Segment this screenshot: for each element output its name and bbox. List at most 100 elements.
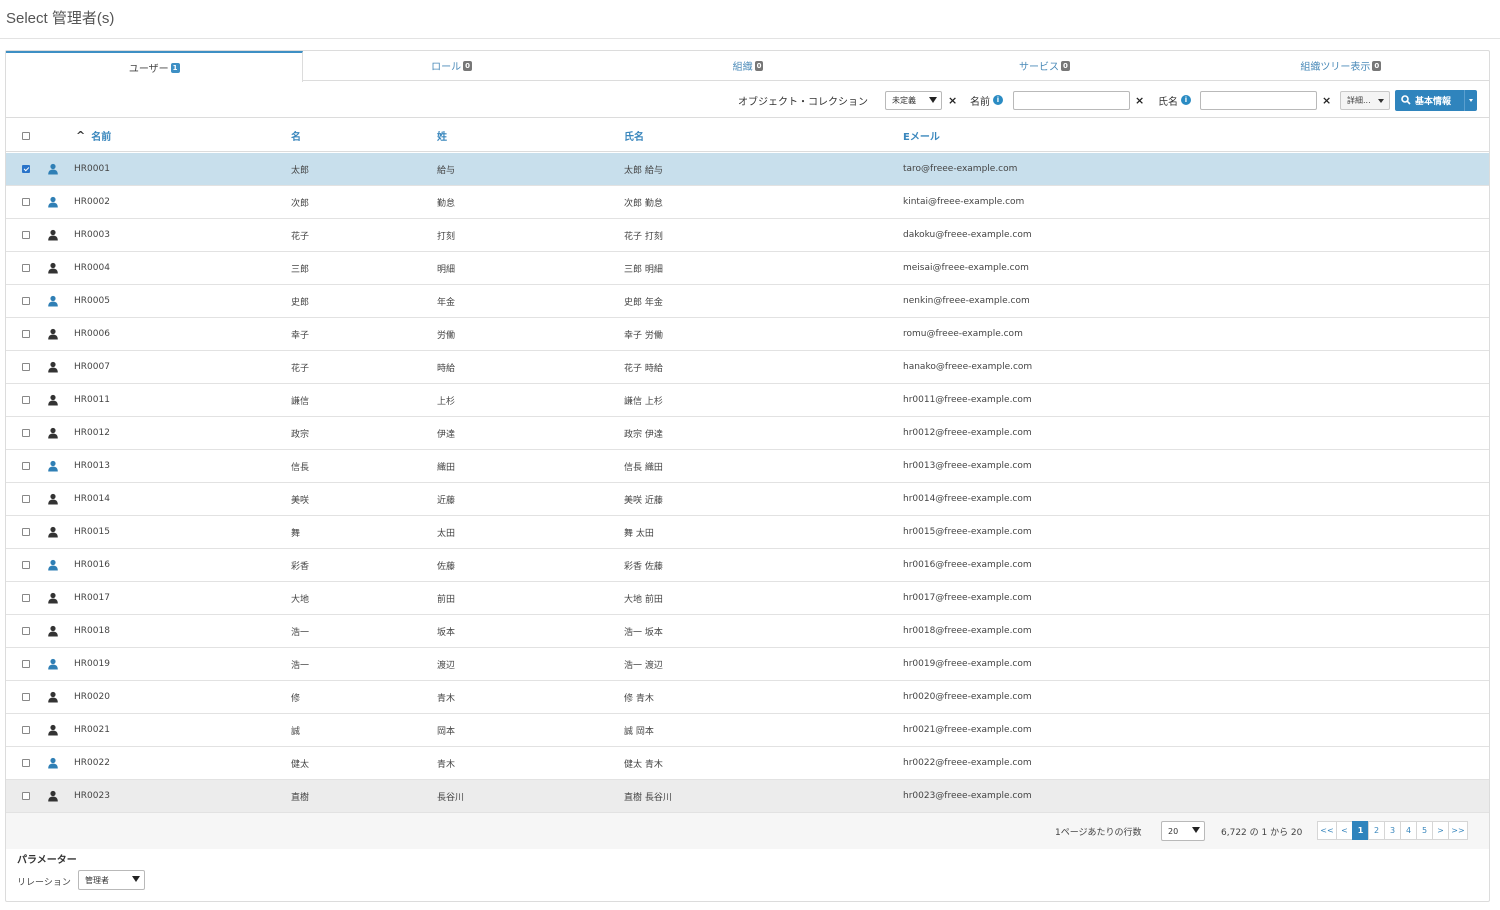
clear-name-icon[interactable]: × [1135,94,1144,107]
table-row[interactable]: HR0016 彩香 佐藤 彩香 佐藤 hr0016@freee-example.com [6,549,1489,582]
first-name-cell: 修 [291,693,301,704]
first-name-cell: 彩香 [291,561,310,572]
full-name-cell: 幸子 労働 [624,330,663,341]
row-checkbox[interactable] [22,759,30,767]
table-row[interactable]: HR0001 太郎 給与 太郎 給与 taro@freee-example.com [6,153,1489,186]
info-icon[interactable]: i [1181,95,1191,105]
table-row[interactable]: HR0017 大地 前田 大地 前田 hr0017@freee-example.com [6,582,1489,615]
table-row[interactable]: HR0021 誠 岡本 誠 岡本 hr0021@freee-example.com [6,714,1489,747]
page-button[interactable]: << [1317,821,1337,840]
table-row[interactable]: HR0019 浩一 渡辺 浩一 渡辺 hr0019@freee-example.com [6,648,1489,681]
page-button[interactable]: 1 [1352,821,1369,840]
user-icon [48,394,58,406]
email-cell: dakoku@freee-example.com [903,230,1032,240]
tab-label: ユーザー [128,64,169,75]
row-checkbox[interactable] [22,561,30,569]
fullname-filter-input[interactable] [1200,90,1317,110]
row-checkbox[interactable] [22,429,30,437]
clear-object-collection-icon[interactable]: × [948,94,957,107]
row-checkbox[interactable] [22,330,30,338]
row-checkbox[interactable] [22,462,30,470]
page-button[interactable]: >> [1448,821,1468,840]
column-header-last-name[interactable]: 姓 [437,119,447,152]
tab-org-tree[interactable]: 組織ツリー表示 0 [1193,51,1489,80]
last-name-cell: 渡辺 [437,660,456,671]
last-name-cell: 前田 [437,594,456,605]
table-row[interactable]: HR0020 修 青木 修 青木 hr0020@freee-example.com [6,681,1489,714]
page-button[interactable]: > [1432,821,1449,840]
row-checkbox[interactable] [22,165,30,173]
row-checkbox[interactable] [22,528,30,536]
name-filter-input[interactable] [1013,90,1130,110]
row-checkbox[interactable] [22,396,30,404]
user-id-cell: HR0020 [74,692,110,702]
table-header: ^ 名前 名 姓 氏名 Eメール [6,119,1489,152]
object-collection-select[interactable]: 未定義 [885,90,942,110]
table-row[interactable]: HR0011 謙信 上杉 謙信 上杉 hr0011@freee-example.com [6,384,1489,417]
row-checkbox[interactable] [22,660,30,668]
user-icon [48,196,58,208]
row-checkbox[interactable] [22,495,30,503]
select-all-checkbox[interactable] [22,131,30,140]
column-header-first-name[interactable]: 名 [291,119,301,152]
row-checkbox[interactable] [22,627,30,635]
table-row[interactable]: HR0022 健太 青木 健太 青木 hr0022@freee-example.com [6,747,1489,780]
user-id-cell: HR0003 [74,230,110,240]
table-row[interactable]: HR0018 浩一 坂本 浩一 坂本 hr0018@freee-example.com [6,615,1489,648]
full-name-cell: 修 青木 [624,693,654,704]
row-checkbox[interactable] [22,792,30,800]
relation-value: 管理者 [85,875,109,885]
table-row[interactable]: HR0014 美咲 近藤 美咲 近藤 hr0014@freee-example.com [6,483,1489,516]
user-id-cell: HR0004 [74,263,110,273]
fullname-filter-label: 氏名 [1158,96,1178,108]
table-row[interactable]: HR0003 花子 打刻 花子 打刻 dakoku@freee-example.com [6,219,1489,252]
column-header-full-name[interactable]: 氏名 [624,119,644,152]
table-row[interactable]: HR0006 幸子 労働 幸子 労働 romu@freee-example.com [6,318,1489,351]
tab-roles[interactable]: ロール 0 [303,51,599,80]
row-checkbox[interactable] [22,726,30,734]
row-checkbox[interactable] [22,264,30,272]
first-name-cell: 政宗 [291,429,310,440]
full-name-cell: 直樹 長谷川 [624,792,672,803]
email-cell: hr0012@freee-example.com [903,428,1032,438]
table-row[interactable]: HR0002 次郎 勤怠 次郎 勤怠 kintai@freee-example.com [6,186,1489,219]
clear-fullname-icon[interactable]: × [1322,94,1331,107]
table-row[interactable]: HR0004 三郎 明細 三郎 明細 meisai@freee-example.com [6,252,1489,285]
relation-select[interactable]: 管理者 [78,870,145,890]
detail-button[interactable]: 詳細... [1340,90,1390,110]
last-name-cell: 打刻 [437,231,456,242]
last-name-cell: 太田 [437,528,456,539]
table-row[interactable]: HR0012 政宗 伊達 政宗 伊達 hr0012@freee-example.com [6,417,1489,450]
search-dropdown-toggle[interactable] [1464,89,1477,111]
email-cell: hr0016@freee-example.com [903,560,1032,570]
page-button[interactable]: 3 [1384,821,1401,840]
info-icon[interactable]: i [993,95,1003,105]
page-button[interactable]: 5 [1416,821,1433,840]
column-header-name[interactable]: ^ 名前 [76,119,111,152]
table-row[interactable]: HR0023 直樹 長谷川 直樹 長谷川 hr0023@freee-example.co… [6,780,1489,813]
first-name-cell: 史郎 [291,297,310,308]
user-id-cell: HR0014 [74,494,110,504]
table-row[interactable]: HR0007 花子 時給 花子 時給 hanako@freee-example.com [6,351,1489,384]
row-checkbox[interactable] [22,363,30,371]
last-name-cell: 近藤 [437,495,456,506]
tab-services[interactable]: サービス 0 [896,51,1192,80]
table-row[interactable]: HR0013 信長 織田 信長 織田 hr0013@freee-example.com [6,450,1489,483]
row-checkbox[interactable] [22,297,30,305]
row-checkbox[interactable] [22,693,30,701]
column-header-email[interactable]: Eメール [903,119,940,152]
row-checkbox[interactable] [22,594,30,602]
table-row[interactable]: HR0015 舞 太田 舞 太田 hr0015@freee-example.com [6,516,1489,549]
table-row[interactable]: HR0005 史郎 年金 史郎 年金 nenkin@freee-example.com [6,285,1489,318]
page-button[interactable]: < [1336,821,1353,840]
tab-organizations[interactable]: 組織 0 [600,51,896,80]
tab-users[interactable]: ユーザー 1 [6,51,304,82]
rows-per-page-select[interactable]: 20 [1161,821,1205,841]
row-checkbox[interactable] [22,198,30,206]
search-button[interactable]: 基本情報 [1395,89,1477,111]
page-button[interactable]: 2 [1368,821,1385,840]
user-id-cell: HR0019 [74,659,110,669]
page-button[interactable]: 4 [1400,821,1417,840]
user-icon [48,625,58,637]
row-checkbox[interactable] [22,231,30,239]
